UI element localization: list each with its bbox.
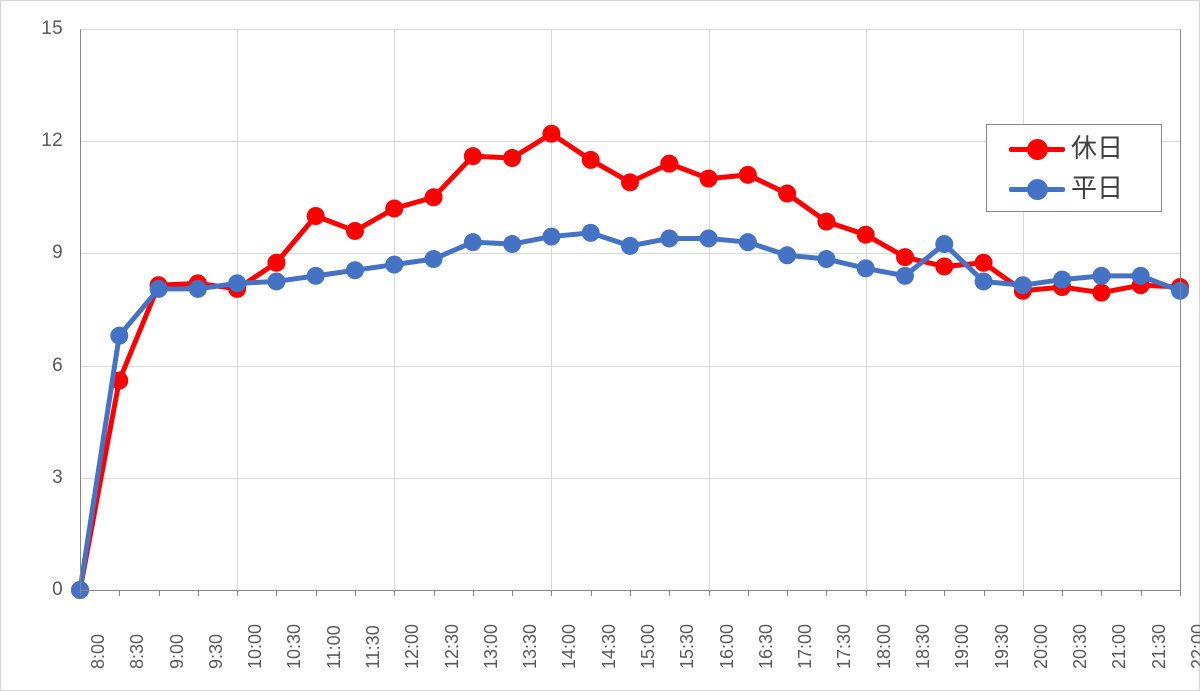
x-tick-mark (473, 591, 474, 596)
x-tick-label: 12:00 (402, 623, 423, 669)
x-tick-mark (512, 591, 513, 596)
x-tick-mark (1062, 591, 1063, 596)
legend-marker-holiday (1009, 137, 1065, 161)
x-tick-mark (316, 591, 317, 596)
x-tick-mark (709, 591, 710, 596)
x-tick-label: 11:30 (363, 625, 383, 669)
legend-marker-weekday (1009, 177, 1065, 201)
x-tick-label: 20:30 (1070, 623, 1091, 669)
x-tick-label: 18:00 (873, 623, 894, 669)
x-tick-label: 11:00 (323, 625, 344, 669)
x-tick-mark (748, 591, 749, 596)
x-axis: 8:00 8:30 9:00 9:30 10:00 10:30 11:00 11:30 12:0… (1, 1, 1200, 692)
x-tick-mark (80, 591, 81, 596)
x-tick-label: 10:30 (284, 623, 305, 669)
legend-label-weekday: 平日 (1071, 174, 1124, 204)
x-tick-mark (237, 591, 238, 596)
x-tick-mark (119, 591, 120, 596)
legend-dot-holiday (1027, 139, 1048, 160)
x-tick-mark (198, 591, 199, 596)
x-tick-label: 9:30 (205, 633, 226, 669)
x-tick-mark (1180, 591, 1181, 596)
line-chart: 15 12 9 6 3 0 8:00 8:30 9:00 9:30 10:00 10:30 11:00… (0, 0, 1200, 691)
x-tick-label: 22:00 (1188, 623, 1200, 669)
x-tick-label: 20:00 (1030, 623, 1051, 669)
x-tick-mark (1023, 591, 1024, 596)
legend-item-weekday[interactable]: 平日 (987, 169, 1161, 209)
x-tick-label: 12:30 (441, 623, 462, 669)
x-tick-label: 8:00 (88, 633, 108, 669)
x-tick-label: 9:00 (166, 633, 187, 669)
x-tick-mark (984, 591, 985, 596)
x-tick-label: 17:00 (795, 623, 816, 669)
x-tick-label: 16:30 (755, 623, 776, 669)
x-tick-mark (355, 591, 356, 596)
x-tick-mark (1141, 591, 1142, 596)
x-tick-mark (866, 591, 867, 596)
x-tick-label: 19:00 (952, 623, 973, 669)
x-tick-label: 19:30 (991, 623, 1012, 669)
x-tick-label: 10:00 (245, 623, 266, 669)
x-tick-label: 16:00 (716, 623, 737, 669)
legend-dot-weekday (1027, 179, 1048, 200)
x-tick-label: 13:00 (480, 623, 501, 669)
x-tick-label: 17:30 (834, 623, 855, 669)
x-tick-mark (551, 591, 552, 596)
x-tick-label: 8:30 (127, 633, 148, 669)
x-tick-label: 14:30 (598, 623, 619, 669)
x-tick-mark (591, 591, 592, 596)
x-tick-mark (826, 591, 827, 596)
x-tick-label: 15:00 (638, 623, 658, 669)
x-tick-mark (394, 591, 395, 596)
x-tick-mark (787, 591, 788, 596)
x-tick-mark (630, 591, 631, 596)
x-tick-label: 13:30 (520, 623, 541, 669)
x-tick-label: 21:00 (1109, 623, 1130, 669)
x-tick-mark (276, 591, 277, 596)
x-tick-mark (434, 591, 435, 596)
legend: 休日 平日 (986, 124, 1162, 212)
x-tick-label: 18:30 (913, 623, 933, 669)
x-tick-mark (1101, 591, 1102, 596)
x-tick-label: 21:30 (1148, 623, 1169, 669)
x-tick-label: 14:00 (559, 623, 580, 669)
legend-label-holiday: 休日 (1071, 134, 1124, 164)
x-tick-label: 15:30 (677, 623, 698, 669)
x-tick-mark (905, 591, 906, 596)
x-tick-mark (944, 591, 945, 596)
legend-item-holiday[interactable]: 休日 (987, 129, 1161, 169)
x-tick-mark (159, 591, 160, 596)
x-tick-mark (669, 591, 670, 596)
